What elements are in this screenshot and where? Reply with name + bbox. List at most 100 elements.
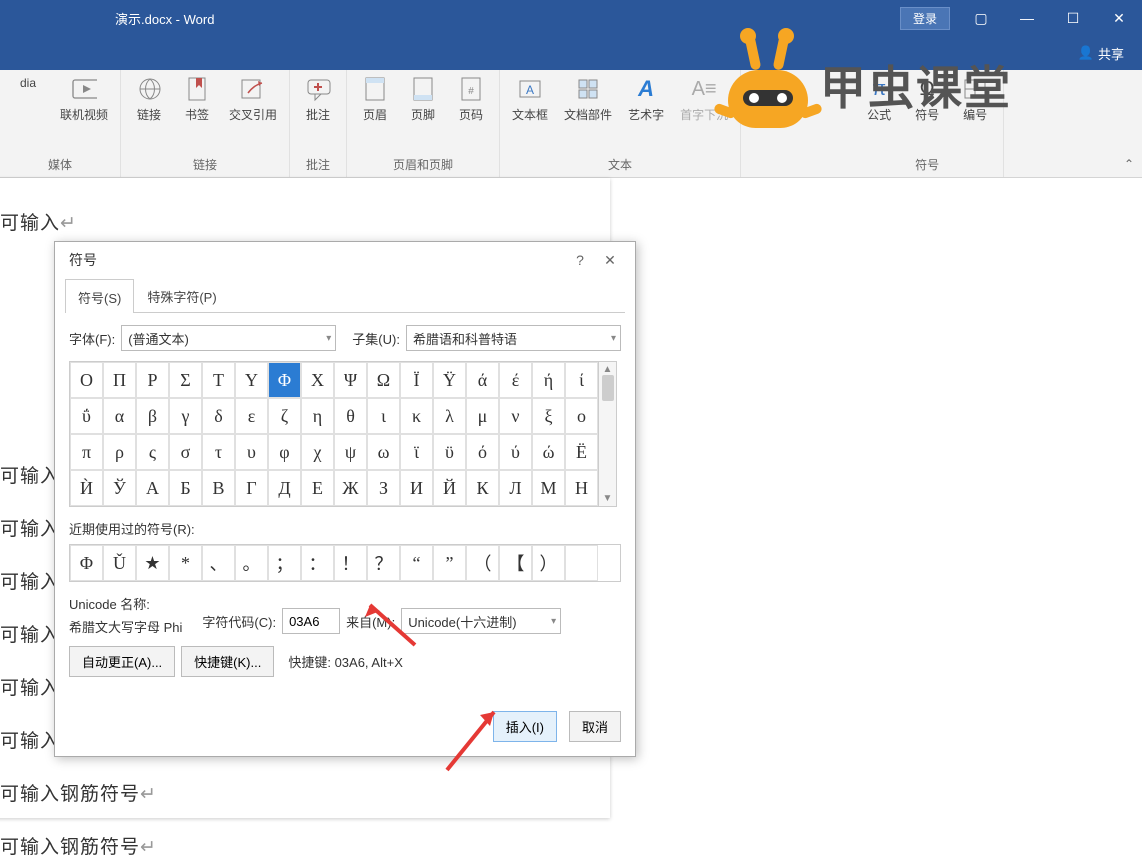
ribbon-footer[interactable]: 页脚 [401, 72, 445, 127]
symbol-cell[interactable]: И [400, 470, 433, 506]
recent-symbol-cell[interactable]: “ [400, 545, 433, 581]
symbol-cell[interactable]: Σ [169, 362, 202, 398]
symbol-cell[interactable]: Ў [103, 470, 136, 506]
recent-symbol-cell[interactable]: Φ [70, 545, 103, 581]
recent-symbol-cell[interactable]: ？ [367, 545, 400, 581]
tab-special[interactable]: 特殊字符(P) [134, 278, 229, 312]
close-icon[interactable]: ✕ [1096, 0, 1142, 36]
recent-symbol-cell[interactable]: Ǔ [103, 545, 136, 581]
autocorrect-button[interactable]: 自动更正(A)... [69, 646, 175, 677]
symbol-cell[interactable]: Н [565, 470, 598, 506]
symbol-cell[interactable]: υ [235, 434, 268, 470]
maximize-icon[interactable]: ☐ [1050, 0, 1096, 36]
symbol-cell[interactable]: Χ [301, 362, 334, 398]
shortcutkey-button[interactable]: 快捷键(K)... [181, 646, 274, 677]
ribbon-online-video[interactable]: 联机视频 [54, 72, 114, 127]
symbol-cell[interactable]: ν [499, 398, 532, 434]
recent-symbol-cell[interactable]: 、 [202, 545, 235, 581]
symbol-cell[interactable]: η [301, 398, 334, 434]
symbol-cell[interactable]: ε [235, 398, 268, 434]
recent-symbol-cell[interactable]: ” [433, 545, 466, 581]
symbol-cell[interactable]: θ [334, 398, 367, 434]
symbol-cell[interactable]: Ψ [334, 362, 367, 398]
ribbon-textbox[interactable]: A 文本框 [506, 72, 554, 127]
recent-symbol-cell[interactable]: ★ [136, 545, 169, 581]
ribbon-quickparts[interactable]: 文档部件 [558, 72, 618, 127]
symbol-cell[interactable]: ΰ [70, 398, 103, 434]
subset-combo[interactable]: 希腊语和科普特语▾ [406, 325, 621, 351]
symbol-cell[interactable]: ϋ [433, 434, 466, 470]
symbol-cell[interactable]: В [202, 470, 235, 506]
symbol-cell[interactable]: ή [532, 362, 565, 398]
symbol-cell[interactable]: σ [169, 434, 202, 470]
symbol-cell[interactable]: ί [565, 362, 598, 398]
tab-symbols[interactable]: 符号(S) [65, 279, 134, 313]
recent-symbol-cell[interactable]: ： [301, 545, 334, 581]
symbol-cell[interactable]: Ѝ [70, 470, 103, 506]
symbol-cell[interactable]: ο [565, 398, 598, 434]
symbol-cell[interactable]: λ [433, 398, 466, 434]
ribbon-collapse-icon[interactable]: ⌃ [1124, 157, 1134, 171]
grid-scrollbar[interactable]: ▲ ▼ [599, 361, 617, 507]
symbol-cell[interactable]: ψ [334, 434, 367, 470]
symbol-cell[interactable]: Υ [235, 362, 268, 398]
symbol-cell[interactable]: γ [169, 398, 202, 434]
ribbon-header[interactable]: 页眉 [353, 72, 397, 127]
ribbon-media-prev[interactable]: dia [6, 72, 50, 94]
cancel-button[interactable]: 取消 [569, 711, 621, 742]
symbol-cell[interactable]: ι [367, 398, 400, 434]
symbol-cell[interactable]: ύ [499, 434, 532, 470]
symbol-cell[interactable]: А [136, 470, 169, 506]
scroll-up-icon[interactable]: ▲ [603, 364, 613, 375]
symbol-cell[interactable]: Ο [70, 362, 103, 398]
recent-symbol-cell[interactable]: ； [268, 545, 301, 581]
symbol-cell[interactable]: Г [235, 470, 268, 506]
symbol-cell[interactable]: ώ [532, 434, 565, 470]
scroll-thumb[interactable] [602, 375, 614, 401]
recent-symbol-cell[interactable]: ） [532, 545, 565, 581]
symbol-cell[interactable]: ό [466, 434, 499, 470]
ribbon-pagenum[interactable]: # 页码 [449, 72, 493, 127]
symbol-cell[interactable]: М [532, 470, 565, 506]
ribbon-crossref[interactable]: 交叉引用 [223, 72, 283, 127]
symbol-cell[interactable]: Ρ [136, 362, 169, 398]
symbol-cell[interactable]: μ [466, 398, 499, 434]
dialog-close-icon[interactable]: ✕ [595, 252, 625, 269]
symbol-cell[interactable]: Φ [268, 362, 301, 398]
symbol-cell[interactable]: α [103, 398, 136, 434]
login-button[interactable]: 登录 [900, 7, 950, 30]
symbol-cell[interactable]: κ [400, 398, 433, 434]
symbol-cell[interactable]: ϊ [400, 434, 433, 470]
symbol-cell[interactable]: φ [268, 434, 301, 470]
symbol-cell[interactable]: ρ [103, 434, 136, 470]
symbol-cell[interactable]: К [466, 470, 499, 506]
symbol-cell[interactable]: β [136, 398, 169, 434]
symbol-cell[interactable]: Ё [565, 434, 598, 470]
symbol-cell[interactable]: ς [136, 434, 169, 470]
symbol-cell[interactable]: З [367, 470, 400, 506]
font-combo[interactable]: (普通文本)▾ [121, 325, 336, 351]
symbol-cell[interactable]: ά [466, 362, 499, 398]
symbol-cell[interactable]: τ [202, 434, 235, 470]
recent-symbol-cell[interactable]: （ [466, 545, 499, 581]
symbol-cell[interactable]: χ [301, 434, 334, 470]
symbol-cell[interactable]: Π [103, 362, 136, 398]
symbol-cell[interactable]: Ϋ [433, 362, 466, 398]
ribbon-bookmark[interactable]: 书签 [175, 72, 219, 127]
symbol-cell[interactable]: π [70, 434, 103, 470]
symbol-cell[interactable]: Ж [334, 470, 367, 506]
from-combo[interactable]: Unicode(十六进制)▾ [401, 608, 561, 634]
ribbon-link[interactable]: 链接 [127, 72, 171, 127]
recent-symbol-cell[interactable]: 。 [235, 545, 268, 581]
symbol-cell[interactable]: ω [367, 434, 400, 470]
symbol-cell[interactable]: ζ [268, 398, 301, 434]
scroll-down-icon[interactable]: ▼ [603, 493, 613, 504]
recent-symbol-cell[interactable]: * [169, 545, 202, 581]
symbol-cell[interactable]: Е [301, 470, 334, 506]
symbol-cell[interactable]: Л [499, 470, 532, 506]
symbol-cell[interactable]: Ϊ [400, 362, 433, 398]
symbol-cell[interactable]: ξ [532, 398, 565, 434]
insert-button[interactable]: 插入(I) [493, 711, 557, 742]
help-icon[interactable]: ? [565, 252, 595, 268]
symbol-cell[interactable]: έ [499, 362, 532, 398]
